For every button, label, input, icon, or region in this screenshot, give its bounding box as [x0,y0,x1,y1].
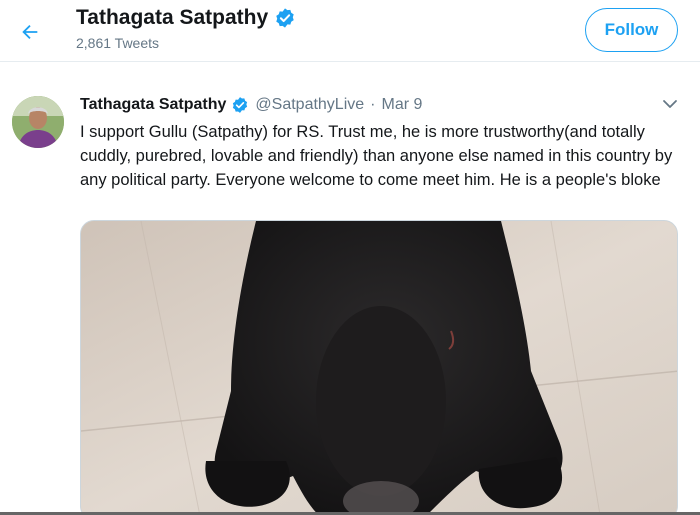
back-arrow-icon [22,24,38,40]
separator-dot: · [370,96,376,113]
profile-name-row: Tathagata Satpathy [76,6,296,30]
avatar-image [12,96,64,148]
follow-button[interactable]: Follow [585,8,678,52]
profile-name: Tathagata Satpathy [76,6,269,29]
tweet-author-handle[interactable]: @SatpathyLive [255,96,364,114]
tweet-photo[interactable] [80,220,678,515]
profile-header: Tathagata Satpathy 2,861 Tweets Follow [0,0,700,62]
back-button[interactable] [14,16,46,48]
dog-photo-image [81,221,677,515]
tweet-text: I support Gullu (Satpathy) for RS. Trust… [80,123,673,189]
tweet[interactable]: Tathagata Satpathy @SatpathyLive · Mar 9… [0,78,700,515]
profile-title: Tathagata Satpathy 2,861 Tweets [76,6,296,51]
tweet-menu-button[interactable] [660,96,680,112]
tweet-count: 2,861 Tweets [76,35,160,51]
tweet-date[interactable]: Mar 9 [381,96,422,114]
avatar[interactable] [12,96,64,148]
tweet-author-name[interactable]: Tathagata Satpathy [80,96,226,114]
chevron-down-icon [663,100,677,108]
verified-badge-icon [276,8,294,28]
verified-badge-icon [231,96,249,114]
tweet-header: Tathagata Satpathy @SatpathyLive · Mar 9 [80,96,422,114]
